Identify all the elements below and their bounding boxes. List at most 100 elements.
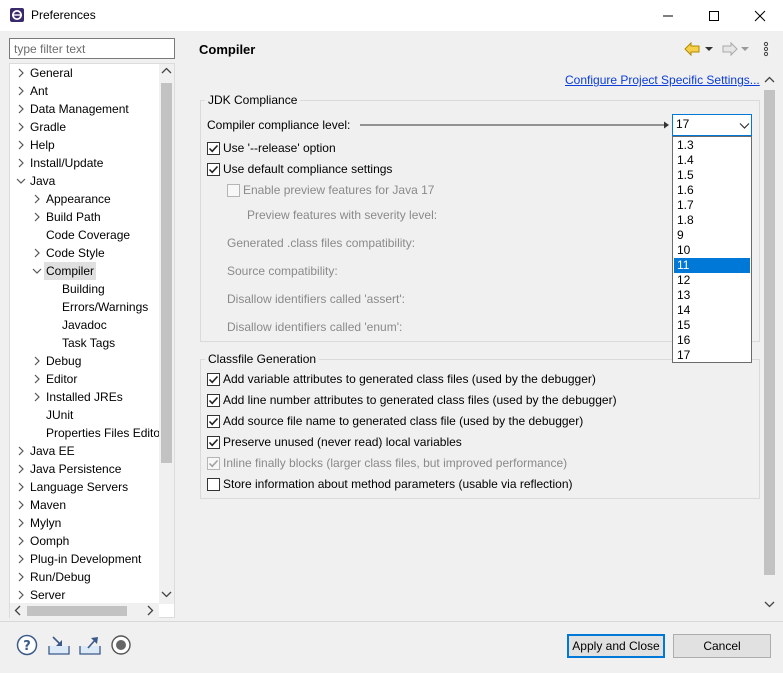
tree-item-gradle[interactable]: Gradle <box>10 118 160 136</box>
chevron-right-icon[interactable] <box>16 82 26 100</box>
use-release-checkbox[interactable] <box>207 142 220 155</box>
use-default-compliance-checkbox[interactable] <box>207 163 220 176</box>
filter-input[interactable] <box>9 38 175 59</box>
dropdown-option[interactable]: 1.4 <box>674 153 750 168</box>
title-bar: Preferences <box>0 0 783 31</box>
dropdown-option[interactable]: 13 <box>674 288 750 303</box>
cancel-button[interactable]: Cancel <box>673 634 771 658</box>
forward-button[interactable] <box>721 41 753 60</box>
chevron-right-icon[interactable] <box>16 586 26 604</box>
tree-item-installed-jres[interactable]: Installed JREs <box>10 388 160 406</box>
tree-item-java-ee[interactable]: Java EE <box>10 442 160 460</box>
tree-item-properties-files-edito[interactable]: Properties Files Edito <box>10 424 160 442</box>
chevron-right-icon[interactable] <box>16 550 26 568</box>
tree-item-maven[interactable]: Maven <box>10 496 160 514</box>
view-menu-button[interactable] <box>762 41 770 60</box>
chevron-down-icon[interactable] <box>32 262 42 280</box>
tree-item-data-management[interactable]: Data Management <box>10 100 160 118</box>
tree-item-plug-in-development[interactable]: Plug-in Development <box>10 550 160 568</box>
enable-preview-checkbox[interactable] <box>227 184 240 197</box>
tree-item-general[interactable]: General <box>10 64 160 82</box>
tree-item-build-path[interactable]: Build Path <box>10 208 160 226</box>
compliance-level-dropdown[interactable]: 1.3 1.4 1.5 1.6 1.7 1.8 9 10 11 12 13 14 15 16 17 <box>672 136 752 363</box>
dropdown-option[interactable]: 16 <box>674 333 750 348</box>
chevron-right-icon[interactable] <box>16 496 26 514</box>
tree-item-debug[interactable]: Debug <box>10 352 160 370</box>
tree-item-java-persistence[interactable]: Java Persistence <box>10 460 160 478</box>
tree-item-code-style[interactable]: Code Style <box>10 244 160 262</box>
tree-item-mylyn[interactable]: Mylyn <box>10 514 160 532</box>
minimize-button[interactable] <box>645 0 691 31</box>
chevron-right-icon[interactable] <box>16 532 26 550</box>
dropdown-option[interactable]: 14 <box>674 303 750 318</box>
dropdown-option[interactable]: 1.8 <box>674 213 750 228</box>
tree-item-building[interactable]: Building <box>10 280 160 298</box>
tree-item-appearance[interactable]: Appearance <box>10 190 160 208</box>
tree-item-code-coverage[interactable]: Code Coverage <box>10 226 160 244</box>
chevron-right-icon[interactable] <box>16 514 26 532</box>
chevron-right-icon[interactable] <box>32 352 42 370</box>
dropdown-option[interactable]: 12 <box>674 273 750 288</box>
dropdown-option[interactable]: 10 <box>674 243 750 258</box>
dropdown-option[interactable]: 9 <box>674 228 750 243</box>
chevron-right-icon[interactable] <box>16 118 26 136</box>
chevron-right-icon[interactable] <box>16 442 26 460</box>
import-button[interactable] <box>47 634 71 659</box>
chevron-right-icon[interactable] <box>32 388 42 406</box>
chevron-down-icon[interactable] <box>16 172 26 190</box>
classfile-option-checkbox[interactable] <box>207 436 220 449</box>
content-scroll-thumb[interactable] <box>764 90 775 575</box>
tree-item-junit[interactable]: JUnit <box>10 406 160 424</box>
tree-item-errors-warnings[interactable]: Errors/Warnings <box>10 298 160 316</box>
scroll-down-icon <box>764 601 775 608</box>
tree-item-help[interactable]: Help <box>10 136 160 154</box>
chevron-right-icon[interactable] <box>16 100 26 118</box>
dropdown-option[interactable]: 1.6 <box>674 183 750 198</box>
classfile-option-label: Preserve unused (never read) local varia… <box>223 435 462 449</box>
tree-item-ant[interactable]: Ant <box>10 82 160 100</box>
chevron-right-icon[interactable] <box>16 136 26 154</box>
tree-item-editor[interactable]: Editor <box>10 370 160 388</box>
chevron-right-icon[interactable] <box>32 244 42 262</box>
chevron-right-icon[interactable] <box>16 64 26 82</box>
record-button[interactable] <box>110 634 132 659</box>
configure-project-settings-link[interactable]: Configure Project Specific Settings... <box>565 73 760 87</box>
tree-item-java[interactable]: Java <box>10 172 160 190</box>
classfile-option-checkbox[interactable] <box>207 415 220 428</box>
tree-item-oomph[interactable]: Oomph <box>10 532 160 550</box>
tree-item-server[interactable]: Server <box>10 586 160 604</box>
tree-item-compiler[interactable]: Compiler <box>10 262 160 280</box>
chevron-right-icon[interactable] <box>32 370 42 388</box>
apply-and-close-button[interactable]: Apply and Close <box>567 634 665 658</box>
chevron-right-icon[interactable] <box>16 478 26 496</box>
maximize-button[interactable] <box>691 0 737 31</box>
chevron-right-icon[interactable] <box>32 208 42 226</box>
close-button[interactable] <box>737 0 783 31</box>
export-button[interactable] <box>78 634 102 659</box>
dropdown-option[interactable]: 17 <box>674 348 750 363</box>
classfile-option-checkbox[interactable] <box>207 394 220 407</box>
dropdown-option[interactable]: 1.7 <box>674 198 750 213</box>
tree-item-task-tags[interactable]: Task Tags <box>10 334 160 352</box>
chevron-right-icon[interactable] <box>16 154 26 172</box>
chevron-right-icon[interactable] <box>16 460 26 478</box>
dropdown-option[interactable]: 11 <box>674 258 750 273</box>
tree-item-run-debug[interactable]: Run/Debug <box>10 568 160 586</box>
help-button[interactable]: ? <box>16 634 38 659</box>
classfile-option-checkbox[interactable] <box>207 457 220 470</box>
dropdown-option[interactable]: 1.5 <box>674 168 750 183</box>
tree-item-language-servers[interactable]: Language Servers <box>10 478 160 496</box>
dropdown-option[interactable]: 15 <box>674 318 750 333</box>
tree-hscroll-thumb[interactable] <box>27 606 127 616</box>
tree-item-label: Compiler <box>44 262 97 280</box>
back-button[interactable] <box>683 41 713 60</box>
compliance-level-value: 17 <box>676 117 690 131</box>
chevron-right-icon[interactable] <box>16 568 26 586</box>
tree-scroll-thumb[interactable] <box>161 83 172 463</box>
chevron-right-icon[interactable] <box>32 190 42 208</box>
classfile-option-checkbox[interactable] <box>207 478 220 491</box>
dropdown-option[interactable]: 1.3 <box>674 138 750 153</box>
tree-item-javadoc[interactable]: Javadoc <box>10 316 160 334</box>
tree-item-install-update[interactable]: Install/Update <box>10 154 160 172</box>
classfile-option-checkbox[interactable] <box>207 373 220 386</box>
